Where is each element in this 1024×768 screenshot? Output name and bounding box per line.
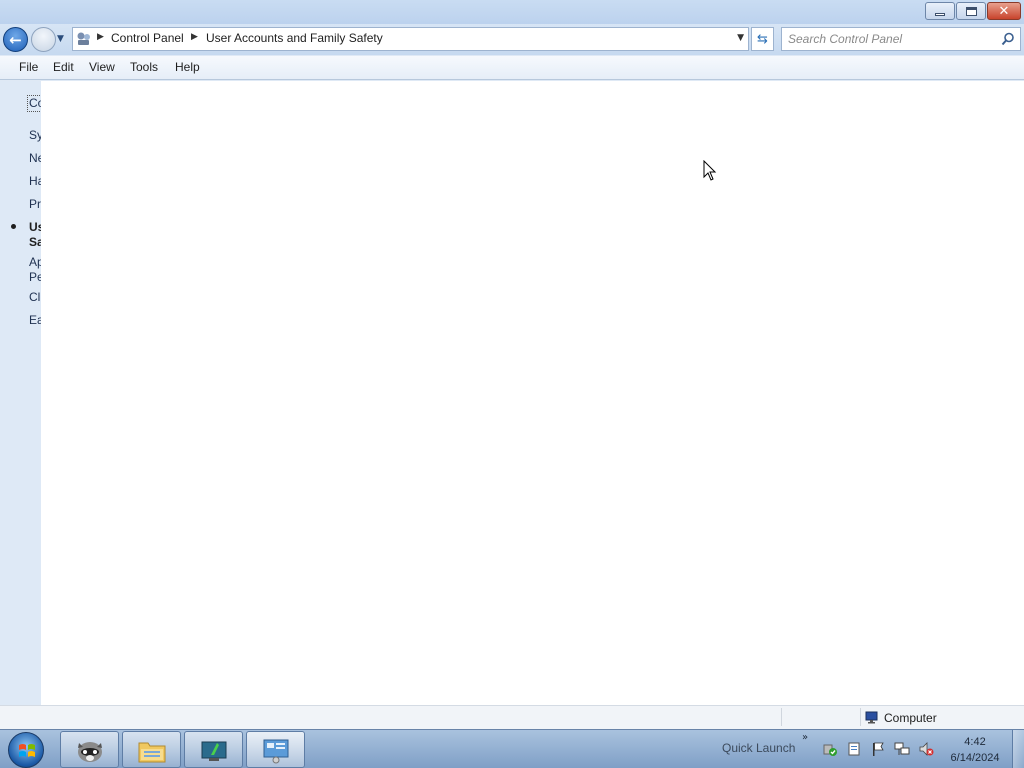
show-desktop-button[interactable] [1012,730,1024,768]
clock-time: 4:42 [964,736,986,748]
breadcrumb-separator-icon[interactable]: ▶ [97,32,104,42]
nav-link-ease-of-access[interactable]: Ea [29,313,41,328]
title-bar: ✕ [0,0,1024,24]
raccoon-app-icon [78,742,102,762]
document-tray-icon[interactable] [846,741,862,757]
forward-button[interactable] [31,27,56,52]
status-separator [781,708,782,726]
back-button[interactable]: ← [3,27,28,52]
restore-button[interactable] [956,2,986,20]
menu-file[interactable]: File [19,60,38,74]
breadcrumb-separator-icon[interactable]: ▶ [191,32,198,42]
recent-pages-dropdown[interactable]: ▼ [57,34,69,46]
back-arrow-icon: ← [9,30,22,49]
refresh-button[interactable]: ⇆ [751,27,774,51]
taskbar-explorer-button[interactable] [122,731,181,768]
active-item-bullet [11,224,16,229]
search-icon[interactable] [1001,32,1015,46]
restore-icon [965,6,977,16]
address-bar[interactable]: ▶ Control Panel ▶ User Accounts and Fami… [72,27,749,51]
menu-help[interactable]: Help [175,60,200,74]
nav-link-user-accounts-line2[interactable]: Sa [29,235,41,250]
mouse-cursor-icon [703,160,717,181]
nav-link-clock[interactable]: Cl [29,290,40,305]
breadcrumb-user-accounts[interactable]: User Accounts and Family Safety [206,31,383,45]
windows-logo-icon [19,744,35,757]
menu-tools[interactable]: Tools [130,60,158,74]
nav-link-network[interactable]: Ne [29,151,41,166]
search-box[interactable] [781,27,1021,51]
search-input[interactable] [788,30,998,48]
control-panel-icon [77,32,90,45]
breadcrumb-control-panel[interactable]: Control Panel [111,31,184,45]
left-navigation-pane: Co Sy Ne Ha Pr Us Sa Ap Pe Cl Ea [0,81,41,705]
flag-icon[interactable] [870,741,886,757]
control-panel-home-link[interactable]: Co [27,95,41,112]
address-dropdown-icon[interactable]: ▼ [737,33,744,43]
nav-link-appearance[interactable]: Ap [29,255,41,270]
minimize-icon [935,12,945,16]
start-button[interactable] [8,732,44,768]
refresh-icon: ⇆ [757,31,768,47]
volume-muted-icon[interactable] [918,741,934,757]
nav-link-system[interactable]: Sy [29,128,41,143]
nav-link-programs[interactable]: Pr [29,197,41,212]
status-bar: Computer [0,705,1024,729]
navigation-bar: ← ▼ ▶ Control Panel ▶ User Accounts and … [0,24,1024,55]
minimize-button[interactable] [925,2,955,20]
taskbar-control-panel-button[interactable] [246,731,305,768]
system-clock[interactable]: 4:42 6/14/2024 [946,734,1004,766]
taskbar-app-button[interactable] [184,731,243,768]
network-icon[interactable] [894,741,910,757]
quick-launch-label[interactable]: Quick Launch [722,741,795,755]
close-button[interactable]: ✕ [987,2,1021,20]
taskbar-raccoon-app-button[interactable] [60,731,119,768]
computer-icon [865,711,878,724]
status-separator [860,708,861,726]
control-panel-icon [263,739,289,764]
main-content-area [41,81,1024,705]
menu-view[interactable]: View [89,60,115,74]
menu-edit[interactable]: Edit [53,60,74,74]
nav-link-user-accounts[interactable]: Us [29,220,41,235]
status-location-label: Computer [884,711,937,725]
close-icon: ✕ [998,3,1010,19]
monitor-app-icon [201,741,227,761]
taskbar: Quick Launch » 4:42 6/14/2024 [0,729,1024,768]
quick-launch-chevron-icon[interactable]: » [802,732,808,743]
clock-date: 6/14/2024 [950,752,1000,764]
folder-icon [138,742,166,763]
menu-bar: File Edit View Tools Help [0,56,1024,80]
action-center-icon[interactable] [822,741,838,757]
nav-link-hardware[interactable]: Ha [29,174,41,189]
nav-link-appearance-line2[interactable]: Pe [29,270,41,285]
